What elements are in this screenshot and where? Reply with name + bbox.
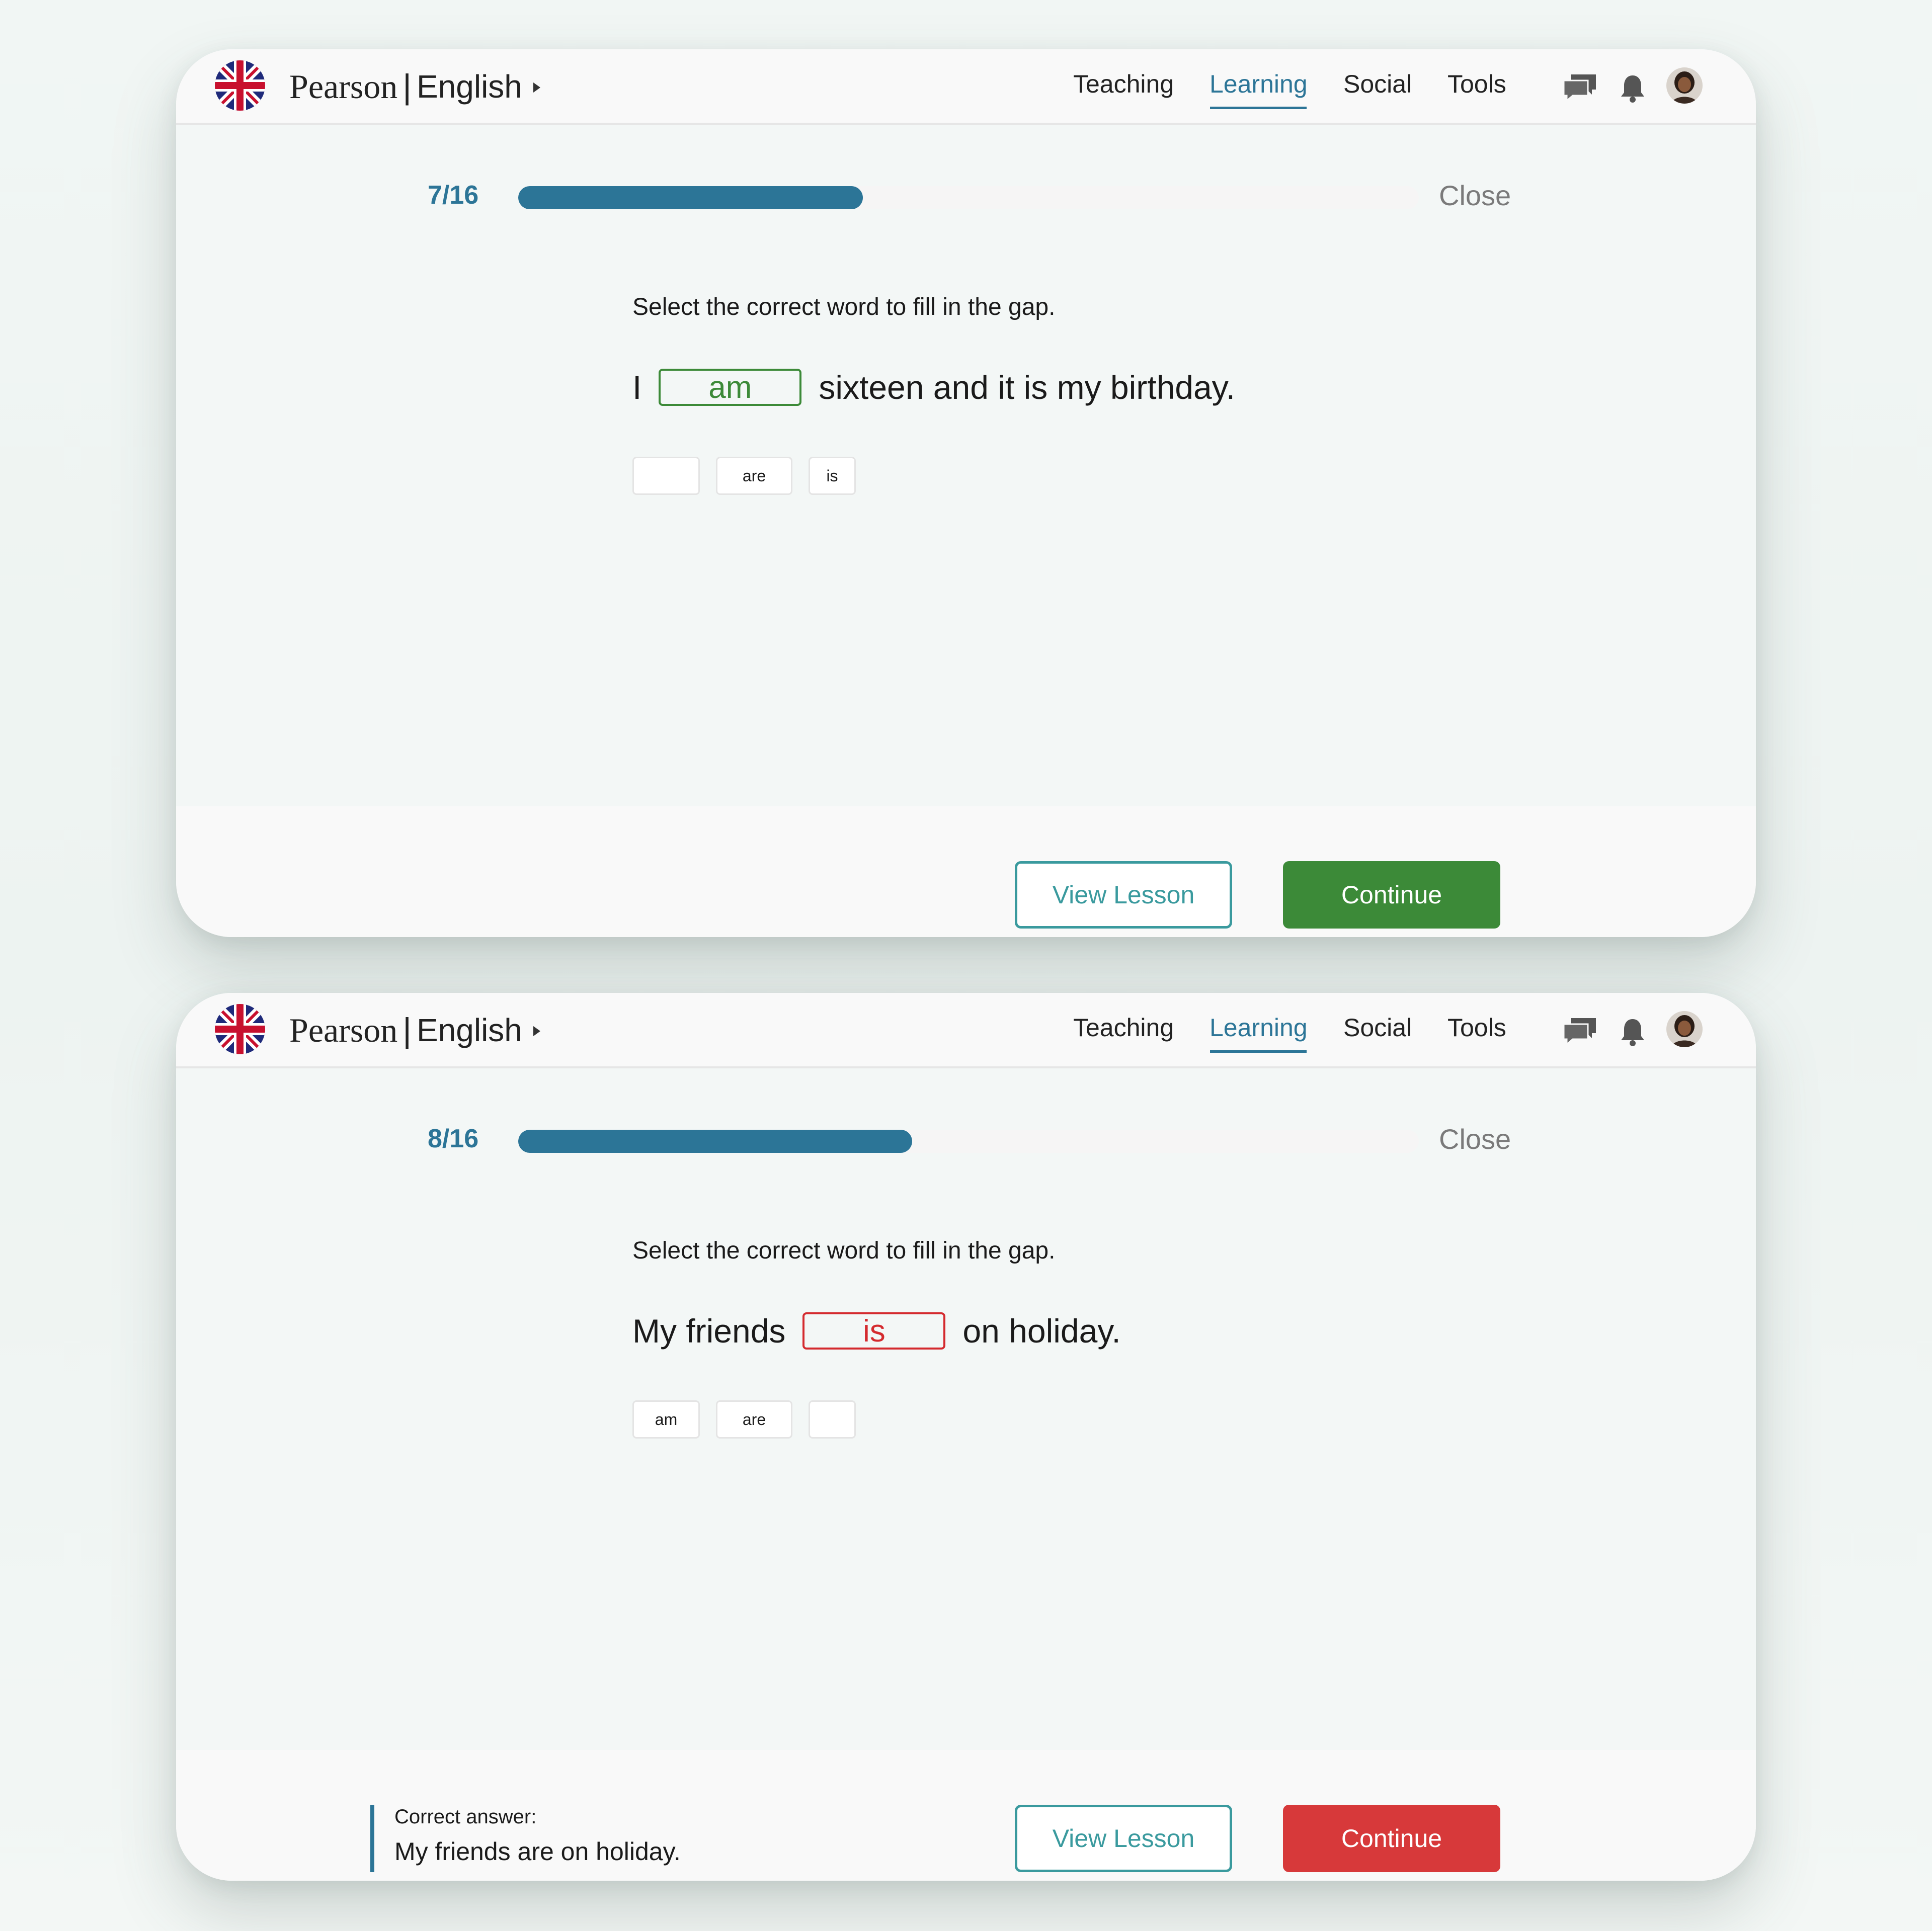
- question-sentence: I am sixteen and it is my birthday.: [632, 367, 1235, 407]
- brand-name: Pearson: [289, 67, 398, 106]
- brand-name: Pearson: [289, 1011, 398, 1049]
- uk-flag-icon[interactable]: [215, 1004, 265, 1054]
- top-navigation-bar: Pearson | English Teaching Learning Soci…: [176, 993, 1756, 1068]
- bell-icon[interactable]: [1619, 1017, 1646, 1047]
- nav-learning[interactable]: Learning: [1210, 69, 1308, 99]
- option-chip[interactable]: [809, 1400, 856, 1439]
- brand-separator: |: [403, 67, 412, 106]
- progress-bar-fill: [518, 1130, 913, 1153]
- sentence-after-gap: on holiday.: [962, 1312, 1121, 1350]
- question-sentence: My friends is on holiday.: [632, 1311, 1121, 1351]
- continue-button[interactable]: Continue: [1283, 861, 1500, 929]
- brand-separator: |: [403, 1011, 412, 1049]
- option-chip[interactable]: are: [716, 457, 792, 495]
- chat-bubbles-icon[interactable]: [1562, 72, 1598, 103]
- sentence-before-gap: I: [632, 369, 642, 406]
- language-label: English: [416, 1012, 522, 1048]
- nav-learning[interactable]: Learning: [1210, 1013, 1308, 1042]
- caret-right-icon: [533, 82, 540, 93]
- exercise-footer: Correct answer: My friends are on holida…: [176, 1750, 1756, 1881]
- nav-tools[interactable]: Tools: [1447, 1013, 1506, 1042]
- correct-answer-feedback: Correct answer: My friends are on holida…: [370, 1805, 681, 1872]
- close-button[interactable]: Close: [1439, 1123, 1511, 1155]
- question-instruction: Select the correct word to fill in the g…: [632, 1237, 1056, 1264]
- progress-counter: 7/16: [428, 181, 479, 210]
- top-navigation-bar: Pearson | English Teaching Learning Soci…: [176, 49, 1756, 125]
- progress-bar-fill: [518, 186, 863, 209]
- progress-bar: [518, 186, 1419, 209]
- continue-button[interactable]: Continue: [1283, 1805, 1500, 1872]
- bell-icon[interactable]: [1619, 73, 1646, 104]
- answer-options: are is: [632, 457, 872, 495]
- option-chip[interactable]: is: [809, 457, 856, 495]
- progress-bar: [518, 1130, 1419, 1153]
- caret-right-icon: [533, 1026, 540, 1036]
- view-lesson-button[interactable]: View Lesson: [1015, 1805, 1232, 1872]
- active-nav-indicator: [1210, 1050, 1307, 1053]
- sentence-after-gap: sixteen and it is my birthday.: [819, 369, 1236, 406]
- answer-gap[interactable]: am: [659, 369, 802, 406]
- brand-language-switcher[interactable]: Pearson | English: [289, 1010, 540, 1050]
- exercise-content: 7/16 Close Select the correct word to fi…: [176, 125, 1756, 806]
- exercise-footer: View Lesson Continue: [176, 806, 1756, 937]
- nav-tools[interactable]: Tools: [1447, 69, 1506, 99]
- answer-options: am are: [632, 1400, 872, 1439]
- nav-teaching[interactable]: Teaching: [1073, 69, 1174, 99]
- exercise-screen-2: Pearson | English Teaching Learning Soci…: [176, 993, 1756, 1881]
- option-chip[interactable]: [632, 457, 700, 495]
- sentence-before-gap: My friends: [632, 1312, 786, 1350]
- answer-gap[interactable]: is: [802, 1312, 946, 1350]
- nav-social[interactable]: Social: [1343, 1013, 1412, 1042]
- chat-bubbles-icon[interactable]: [1562, 1016, 1598, 1046]
- progress-counter: 8/16: [428, 1124, 479, 1153]
- active-nav-indicator: [1210, 107, 1307, 109]
- option-chip[interactable]: am: [632, 1400, 700, 1439]
- exercise-screen-1: Pearson | English Teaching Learning Soci…: [176, 49, 1756, 937]
- user-avatar[interactable]: [1666, 67, 1703, 104]
- option-chip[interactable]: are: [716, 1400, 792, 1439]
- nav-teaching[interactable]: Teaching: [1073, 1013, 1174, 1042]
- close-button[interactable]: Close: [1439, 179, 1511, 212]
- user-avatar[interactable]: [1666, 1011, 1703, 1047]
- nav-social[interactable]: Social: [1343, 69, 1412, 99]
- exercise-content: 8/16 Close Select the correct word to fi…: [176, 1068, 1756, 1750]
- feedback-text: My friends are on holiday.: [394, 1837, 681, 1866]
- question-instruction: Select the correct word to fill in the g…: [632, 294, 1056, 320]
- language-label: English: [416, 68, 522, 105]
- feedback-label: Correct answer:: [394, 1806, 537, 1828]
- brand-language-switcher[interactable]: Pearson | English: [289, 66, 540, 107]
- view-lesson-button[interactable]: View Lesson: [1015, 861, 1232, 929]
- uk-flag-icon[interactable]: [215, 60, 265, 111]
